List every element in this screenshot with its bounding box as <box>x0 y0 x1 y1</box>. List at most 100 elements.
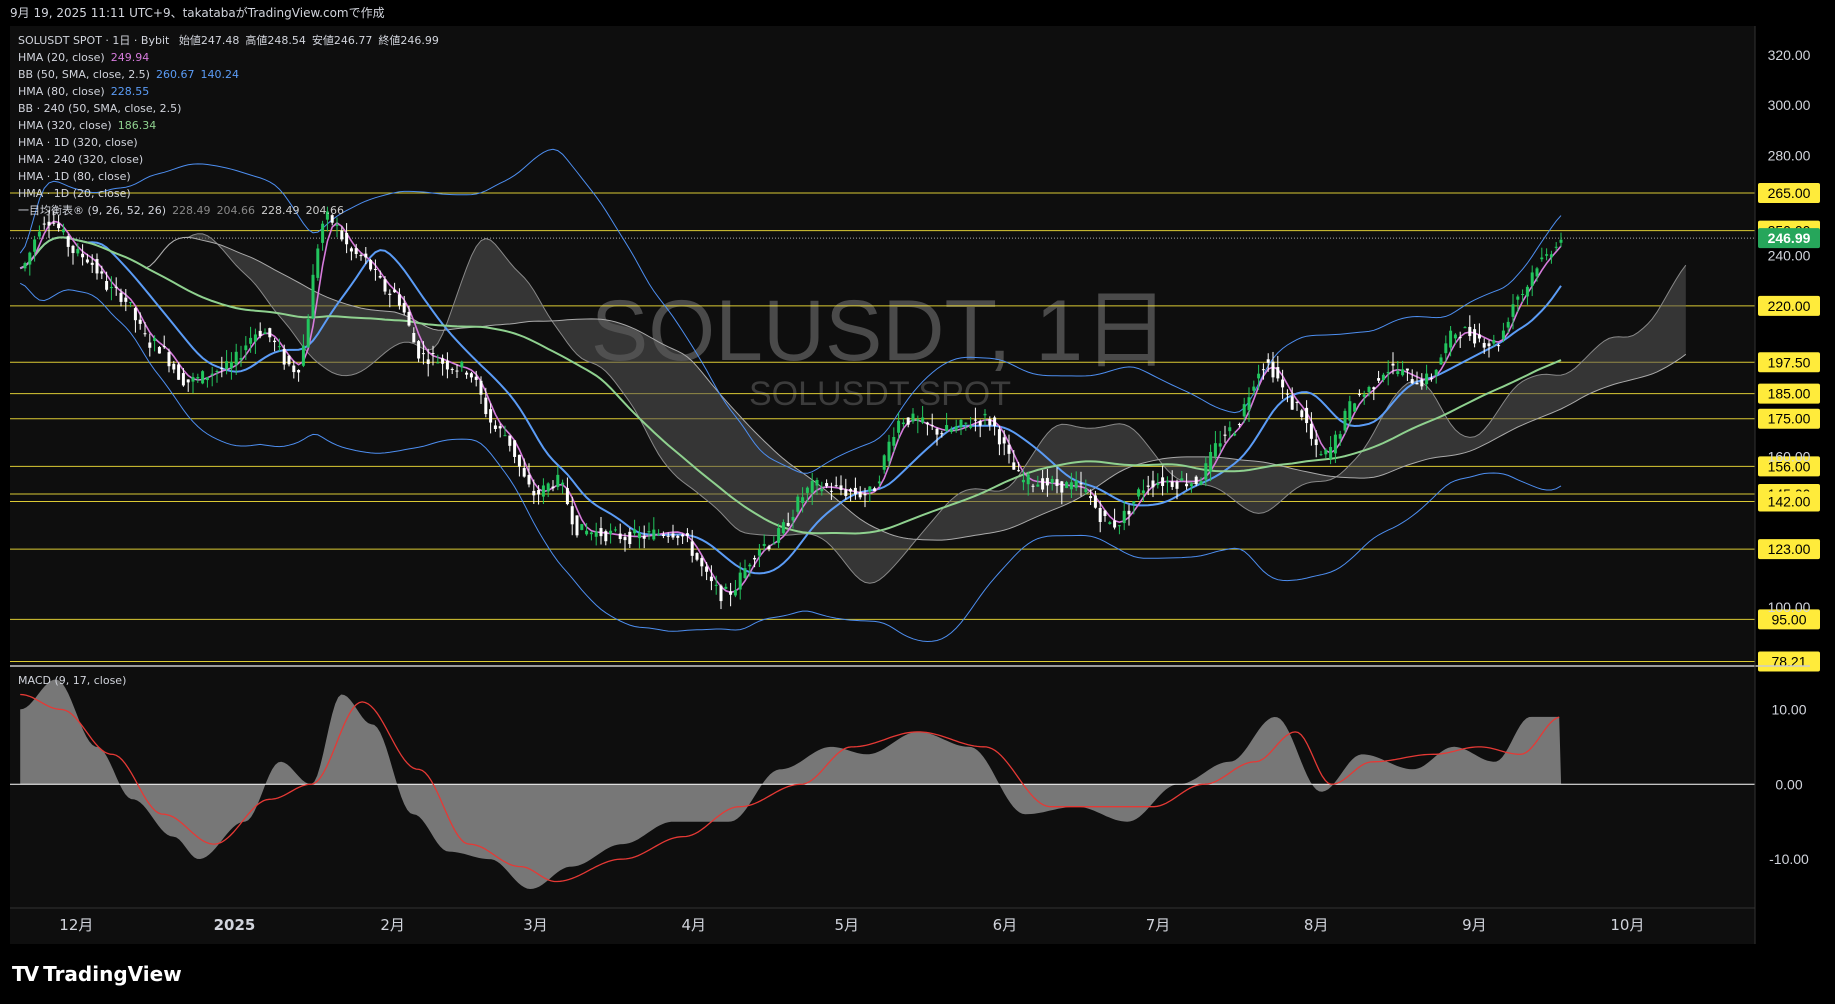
indicator-value: 204.66 <box>305 204 345 217</box>
time-tick-label: 6月 <box>993 916 1018 934</box>
candle-body <box>1257 373 1261 379</box>
candle-body <box>1084 488 1088 493</box>
candle-body <box>561 482 565 485</box>
candle-body <box>949 429 953 432</box>
candle-body <box>863 493 867 496</box>
candle-body <box>897 420 901 433</box>
indicator-name: 一目均衡表® (9, 26, 52, 26) <box>18 204 167 217</box>
indicator-row[interactable]: BB (50, SMA, close, 2.5) 260.67 140.24 <box>18 66 439 83</box>
candle-body <box>1093 495 1097 508</box>
candle-body <box>844 489 848 496</box>
time-tick-label: 9月 <box>1462 916 1487 934</box>
indicator-row[interactable]: HMA · 1D (80, close) <box>18 168 439 185</box>
candle-body <box>801 497 805 503</box>
candle-body <box>1026 474 1030 485</box>
candle-body <box>417 341 421 359</box>
candle-body <box>1545 254 1549 256</box>
candle-body <box>613 529 617 531</box>
candle-body <box>90 262 94 265</box>
candle-body <box>1036 484 1040 487</box>
candle-body <box>335 224 339 226</box>
candle-body <box>1372 387 1376 390</box>
ohlc-value: 246.77 <box>333 34 373 47</box>
indicator-list: HMA (20, close) 249.94 BB (50, SMA, close,… <box>18 49 439 219</box>
candle-body <box>57 223 61 229</box>
candle-body <box>1343 410 1347 431</box>
candle-body <box>877 481 881 484</box>
candle-body <box>1156 483 1160 486</box>
candle-body <box>95 258 99 274</box>
candle-body <box>1386 371 1390 374</box>
candle-body <box>1137 489 1141 497</box>
candle-body <box>767 546 771 549</box>
indicator-row[interactable]: HMA (320, close) 186.34 <box>18 117 439 134</box>
tradingview-logo-text: TradingView <box>43 962 182 986</box>
candle-body <box>1247 397 1251 411</box>
candle-body <box>1290 396 1294 410</box>
indicator-row[interactable]: HMA · 1D (20, close) <box>18 185 439 202</box>
time-tick-label: 5月 <box>835 916 860 934</box>
candle-body <box>181 373 185 386</box>
indicator-row[interactable]: HMA (80, close) 228.55 <box>18 83 439 100</box>
candle-body <box>1482 342 1486 348</box>
candle-body <box>618 533 622 539</box>
indicator-row[interactable]: 一目均衡表® (9, 26, 52, 26) 228.49 204.66 228.49… <box>18 202 439 219</box>
candle-body <box>316 248 320 278</box>
tradingview-logo[interactable]: TV TradingView <box>12 962 182 986</box>
candle-body <box>100 271 104 274</box>
candle-body <box>916 419 920 421</box>
price-tick-label: 300.00 <box>1768 97 1811 113</box>
candle-body <box>815 479 819 486</box>
indicator-row[interactable]: HMA (20, close) 249.94 <box>18 49 439 66</box>
price-level-label: 78.21 <box>1771 653 1806 669</box>
candle-body <box>781 522 785 534</box>
candle-body <box>249 337 253 344</box>
candle-body <box>196 377 200 379</box>
candle-body <box>1117 525 1121 527</box>
candle-body <box>1194 476 1198 485</box>
indicator-row[interactable]: BB · 240 (50, SMA, close, 2.5) <box>18 100 439 117</box>
candle-body <box>474 376 478 380</box>
candle-body <box>820 489 824 492</box>
candle-body <box>397 294 401 306</box>
candle-body <box>1305 407 1309 424</box>
time-tick-label: 8月 <box>1304 916 1329 934</box>
candle-body <box>748 564 752 567</box>
candle-body <box>1161 477 1165 486</box>
ohlc-label: 始値 <box>178 34 201 47</box>
candle-body <box>1458 337 1462 339</box>
candle-body <box>239 358 243 360</box>
candle-body <box>1165 480 1169 483</box>
price-tick-label: 280.00 <box>1768 147 1811 163</box>
candle-body <box>1425 373 1429 385</box>
indicator-row[interactable]: HMA · 1D (320, close) <box>18 134 439 151</box>
candle-body <box>1108 522 1112 524</box>
candle-body <box>892 436 896 446</box>
candle-body <box>906 417 910 425</box>
candle-body <box>805 487 809 493</box>
candle-body <box>436 362 440 364</box>
indicator-name: HMA · 1D (20, close) <box>18 187 131 200</box>
candle-body <box>594 531 598 537</box>
time-tick-label: 4月 <box>681 916 706 934</box>
candle-body <box>1396 371 1400 375</box>
time-tick-label: 10月 <box>1610 916 1644 934</box>
candle-body <box>1516 296 1520 300</box>
ohlc-label: 安値 <box>311 34 334 47</box>
candle-body <box>469 373 473 378</box>
candle-body <box>143 333 147 335</box>
candle-body <box>33 239 37 252</box>
legend-symbol: SOLUSDT SPOT · 1日 · Bybit <box>18 34 170 47</box>
candle-body <box>349 248 353 252</box>
candle-body <box>421 353 425 355</box>
candle-body <box>153 338 157 341</box>
candle-body <box>1434 369 1438 376</box>
candle-body <box>642 535 646 539</box>
candle-body <box>205 377 209 381</box>
candle-body <box>738 572 742 590</box>
indicator-row[interactable]: HMA · 240 (320, close) <box>18 151 439 168</box>
time-tick-label: 3月 <box>523 916 548 934</box>
candle-body <box>829 490 833 492</box>
candle-body <box>1021 479 1025 483</box>
candle-body <box>676 535 680 538</box>
